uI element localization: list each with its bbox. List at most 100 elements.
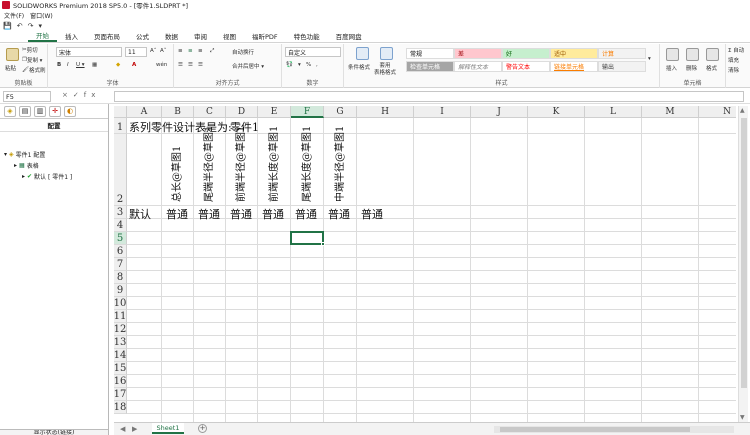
paste-button[interactable]: 粘贴	[5, 64, 16, 72]
row-header-16[interactable]: 16	[114, 375, 127, 388]
grow-font-button[interactable]: A˄	[150, 48, 157, 54]
style-output[interactable]: 输出	[598, 61, 646, 72]
cut-button[interactable]: ✂ 剪切	[22, 46, 38, 54]
conditional-format-button[interactable]: 条件格式	[348, 63, 370, 71]
expand-arrow-icon[interactable]: ▸	[22, 173, 25, 180]
italic-button[interactable]: I	[67, 62, 69, 68]
style-bad[interactable]: 差	[454, 48, 502, 59]
row-header-6[interactable]: 6	[114, 245, 127, 258]
column-header-h[interactable]: H	[357, 106, 414, 118]
cell-a3-config-name[interactable]: 默认	[129, 206, 151, 222]
menu-file[interactable]: 文件(F)	[4, 11, 24, 20]
cell-c3-value[interactable]: 普通	[198, 206, 220, 222]
row-header-5[interactable]: 5	[114, 232, 127, 245]
merge-center-button[interactable]: 合并后居中 ▾	[232, 62, 264, 70]
wrap-text-button[interactable]: 自动换行	[232, 48, 254, 56]
comma-button[interactable]: ,	[316, 62, 318, 68]
row-header-11[interactable]: 11	[114, 310, 127, 323]
align-top-icon[interactable]: ≡	[178, 48, 183, 54]
column-header-d[interactable]: D	[226, 106, 258, 118]
name-box[interactable]: F5	[3, 91, 51, 102]
column-header-l[interactable]: L	[585, 106, 642, 118]
configuration-manager-tab-icon[interactable]: ▥	[34, 105, 46, 117]
cell-h3-value[interactable]: 普通	[361, 206, 383, 222]
align-middle-icon[interactable]: ≡	[188, 48, 193, 54]
cell-param-header-c2[interactable]: 尾端半径@草图1	[204, 126, 216, 202]
format-as-table-button[interactable]: 套用 表格格式	[374, 63, 396, 77]
styles-more-icon[interactable]: ▾	[648, 56, 651, 62]
cell-e3-value[interactable]: 普通	[262, 206, 284, 222]
expand-arrow-icon[interactable]: ▸	[14, 162, 17, 169]
tab-insert[interactable]: 插入	[57, 31, 86, 42]
row-header-7[interactable]: 7	[114, 258, 127, 271]
bold-button[interactable]: B	[57, 62, 61, 68]
align-center-icon[interactable]: ☰	[188, 62, 193, 68]
tab-view[interactable]: 视图	[215, 31, 244, 42]
cell-f3-value[interactable]: 普通	[295, 206, 317, 222]
column-header-f[interactable]: F	[291, 106, 324, 118]
format-cells-icon[interactable]	[706, 48, 719, 61]
align-left-icon[interactable]: ☰	[178, 62, 183, 68]
sheet-tab-sheet1[interactable]: Sheet1	[152, 423, 184, 434]
column-header-g[interactable]: G	[324, 106, 357, 118]
align-bottom-icon[interactable]: ≡	[198, 48, 203, 54]
row-header-10[interactable]: 10	[114, 297, 127, 310]
tab-special[interactable]: 特色功能	[286, 31, 328, 42]
customize-qat-icon[interactable]: ▾	[38, 22, 42, 30]
cell-param-header-b2[interactable]: 总长@草图1	[172, 146, 184, 202]
vertical-scroll-thumb[interactable]	[741, 118, 747, 388]
horizontal-scroll-thumb[interactable]	[500, 427, 690, 432]
tab-review[interactable]: 审阅	[186, 31, 215, 42]
vertical-scrollbar[interactable]: ▲ ▼	[738, 106, 748, 422]
column-header-n[interactable]: N	[699, 106, 736, 118]
column-header-e[interactable]: E	[258, 106, 291, 118]
font-size-select[interactable]: 11	[125, 47, 147, 57]
format-painter-button[interactable]: 🖌 格式刷	[22, 66, 46, 74]
font-color-icon[interactable]: A	[132, 62, 136, 68]
row-header-18[interactable]: 18	[114, 401, 127, 414]
prev-sheet-icon[interactable]: ◀	[120, 425, 125, 433]
column-header-b[interactable]: B	[162, 106, 194, 118]
cell-param-header-d2[interactable]: 前端半径@草图1	[236, 126, 248, 202]
copy-button[interactable]: ❐ 复制 ▾	[22, 56, 42, 64]
style-good[interactable]: 好	[502, 48, 550, 59]
style-neutral[interactable]: 适中	[550, 48, 598, 59]
orientation-icon[interactable]: ⤢	[210, 48, 214, 55]
cell-param-header-g2[interactable]: 中端半径@草图1	[335, 126, 347, 202]
column-header-c[interactable]: C	[194, 106, 226, 118]
horizontal-scrollbar[interactable]	[494, 426, 734, 433]
column-header-m[interactable]: M	[642, 106, 699, 118]
format-cells-button[interactable]: 格式	[706, 64, 717, 72]
selected-cell-f5[interactable]	[290, 231, 324, 245]
display-manager-tab-icon[interactable]: ◐	[64, 105, 76, 117]
row-header-14[interactable]: 14	[114, 349, 127, 362]
row-header-1[interactable]: 1	[114, 118, 127, 134]
row-header-9[interactable]: 9	[114, 284, 127, 297]
row-header-8[interactable]: 8	[114, 271, 127, 284]
cell-b3-value[interactable]: 普通	[166, 206, 188, 222]
property-manager-tab-icon[interactable]: ▤	[19, 105, 31, 117]
row-header-3[interactable]: 3	[114, 206, 127, 219]
delete-cells-icon[interactable]	[686, 48, 699, 61]
cell-param-header-e2[interactable]: 前端长度@草图1	[269, 126, 281, 202]
fill-color-icon[interactable]: ◆	[116, 62, 120, 68]
cell-param-header-f2[interactable]: 尾端长度@草图1	[302, 126, 314, 202]
insert-cells-icon[interactable]	[666, 48, 679, 61]
style-linked-cell[interactable]: 链接单元格	[550, 61, 598, 72]
next-sheet-icon[interactable]: ▶	[132, 425, 137, 433]
paste-icon[interactable]	[6, 48, 19, 61]
phonetic-button[interactable]: wén	[156, 62, 167, 68]
menu-window[interactable]: 窗口(W)	[30, 11, 53, 20]
tab-data[interactable]: 数据	[157, 31, 186, 42]
row-header-15[interactable]: 15	[114, 362, 127, 375]
number-format-select[interactable]: 自定义	[285, 47, 341, 57]
row-header-4[interactable]: 4	[114, 219, 127, 232]
tab-page-layout[interactable]: 页面布局	[86, 31, 128, 42]
border-icon[interactable]: ▦	[92, 62, 97, 68]
redo-icon[interactable]: ↷	[28, 22, 34, 30]
tab-foxit-pdf[interactable]: 福昕PDF	[244, 31, 286, 42]
column-header-i[interactable]: I	[414, 106, 471, 118]
percent-button[interactable]: %	[306, 62, 311, 68]
undo-icon[interactable]: ↶	[17, 22, 23, 30]
style-explanatory[interactable]: 解释性文本	[454, 61, 502, 72]
